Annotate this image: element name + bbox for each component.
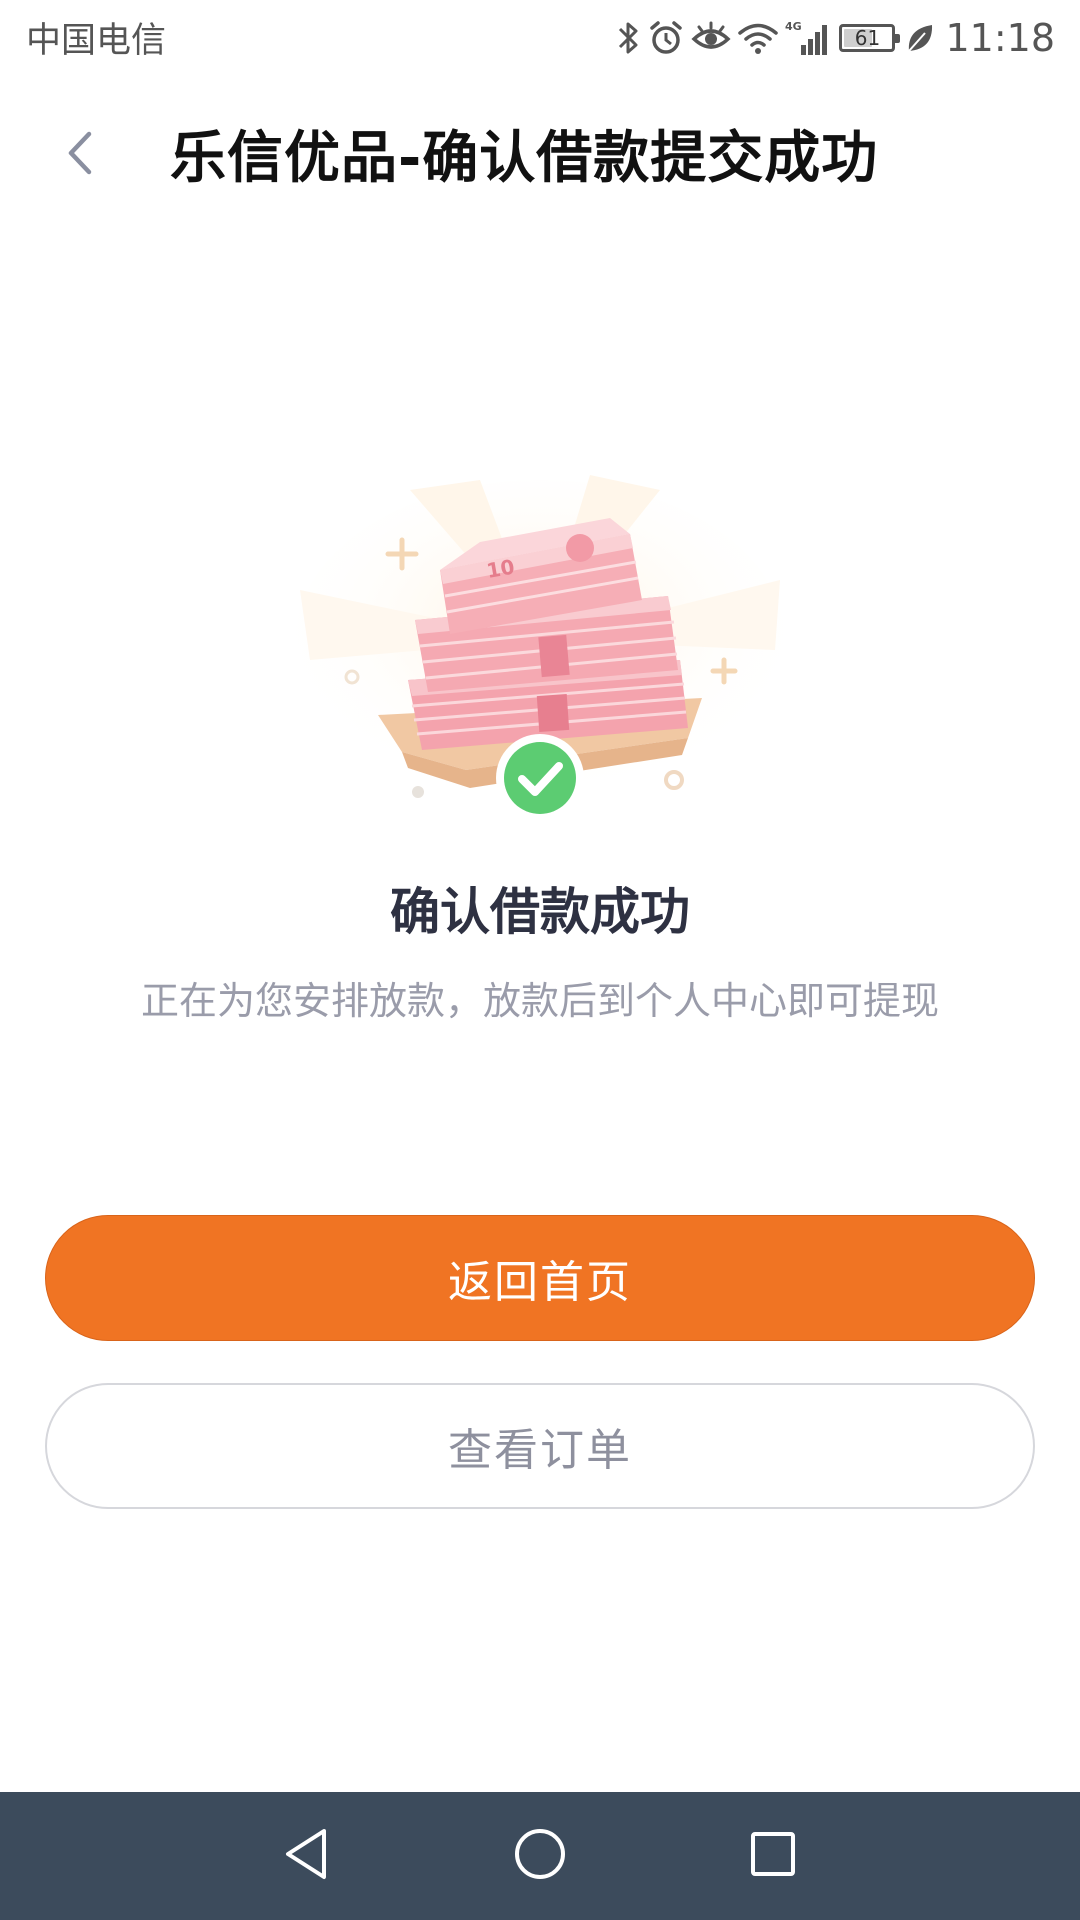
title-bar: 乐信优品-确认借款提交成功 bbox=[0, 75, 1080, 220]
chevron-left-icon bbox=[63, 128, 97, 182]
status-icons: 4G 61 11:18 bbox=[615, 16, 1055, 60]
money-stack-success-illustration: 10 bbox=[290, 470, 790, 830]
recents-square-icon bbox=[748, 1829, 798, 1883]
leaf-icon bbox=[905, 19, 935, 57]
page-title: 乐信优品-确认借款提交成功 bbox=[170, 126, 879, 191]
result-title: 确认借款成功 bbox=[390, 883, 690, 941]
bluetooth-icon bbox=[615, 19, 641, 57]
back-button[interactable] bbox=[50, 115, 110, 195]
status-bar: 中国电信 4G 61 11:18 bbox=[0, 0, 1080, 75]
system-nav-bar bbox=[0, 1792, 1080, 1920]
nav-recents-button[interactable] bbox=[728, 1811, 818, 1901]
clock: 11:18 bbox=[945, 15, 1055, 60]
view-orders-button[interactable]: 查看订单 bbox=[45, 1383, 1035, 1509]
nav-back-button[interactable] bbox=[262, 1811, 352, 1901]
return-home-button[interactable]: 返回首页 bbox=[45, 1215, 1035, 1341]
back-triangle-icon bbox=[282, 1827, 332, 1885]
battery-icon: 61 bbox=[839, 23, 901, 52]
result-subtitle: 正在为您安排放款，放款后到个人中心即可提现 bbox=[140, 979, 939, 1023]
alarm-icon bbox=[647, 19, 685, 57]
network-type-label: 4G bbox=[785, 20, 802, 33]
nav-home-button[interactable] bbox=[495, 1811, 585, 1901]
battery-level: 61 bbox=[854, 25, 881, 50]
signal-icon: 4G bbox=[785, 19, 833, 57]
eye-comfort-icon bbox=[691, 19, 732, 57]
carrier-name: 中国电信 bbox=[26, 21, 167, 61]
home-circle-icon bbox=[513, 1827, 567, 1885]
svg-text:10: 10 bbox=[485, 554, 517, 582]
wifi-icon bbox=[737, 19, 779, 57]
screen: 中国电信 4G 61 11:18 乐信优品-确认借款提交成功 10 确认借款成功… bbox=[0, 0, 1080, 1920]
